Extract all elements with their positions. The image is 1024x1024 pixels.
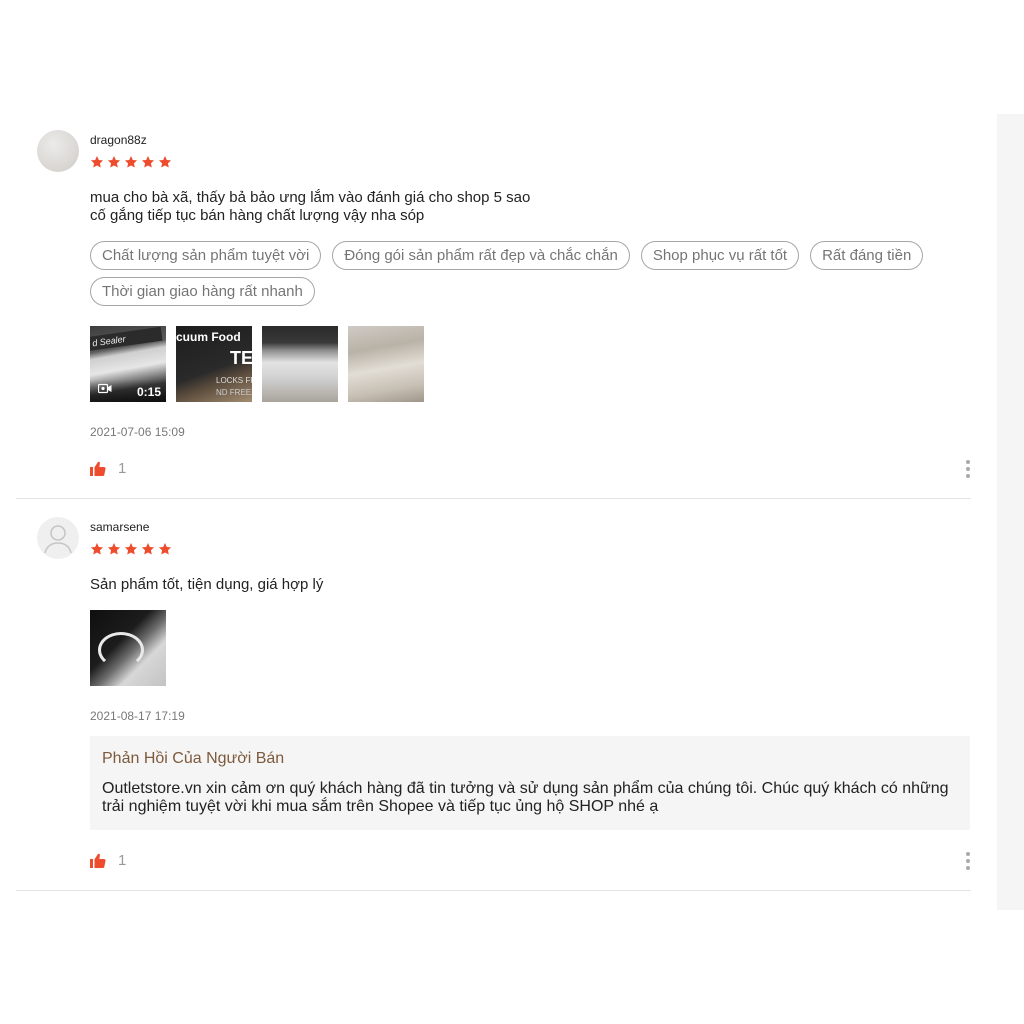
seller-reply-title: Phản Hồi Của Người Bán <box>102 750 285 767</box>
review-divider <box>16 890 971 891</box>
review-media <box>90 610 166 686</box>
user-placeholder-icon <box>44 525 72 554</box>
star-icon <box>90 543 104 555</box>
right-gutter <box>997 114 1024 910</box>
rating-stars <box>90 542 172 556</box>
review-photo-thumbnail[interactable] <box>90 610 166 686</box>
seller-reply-text: Outletstore.vn xin cảm ơn quý khách hàng… <box>102 780 949 815</box>
thumbs-up-icon <box>90 853 106 868</box>
avatar[interactable] <box>37 517 79 559</box>
star-icon <box>158 543 172 555</box>
review-item: samarsene Sản phẩm tốt, tiện dụng, giá h… <box>16 0 971 892</box>
review-username[interactable]: samarsene <box>90 520 149 534</box>
review-date: 2021-08-17 17:19 <box>90 709 185 723</box>
star-icon <box>124 543 138 555</box>
seller-reply: Phản Hồi Của Người Bán Outletstore.vn xi… <box>90 736 970 830</box>
review-comment: Sản phẩm tốt, tiện dụng, giá hợp lý <box>90 576 324 593</box>
more-options-icon[interactable] <box>965 852 971 870</box>
like-button[interactable]: 1 <box>90 852 126 869</box>
photo-detail <box>98 632 144 668</box>
star-icon <box>107 543 121 555</box>
star-icon <box>141 543 155 555</box>
like-count: 1 <box>118 852 127 869</box>
